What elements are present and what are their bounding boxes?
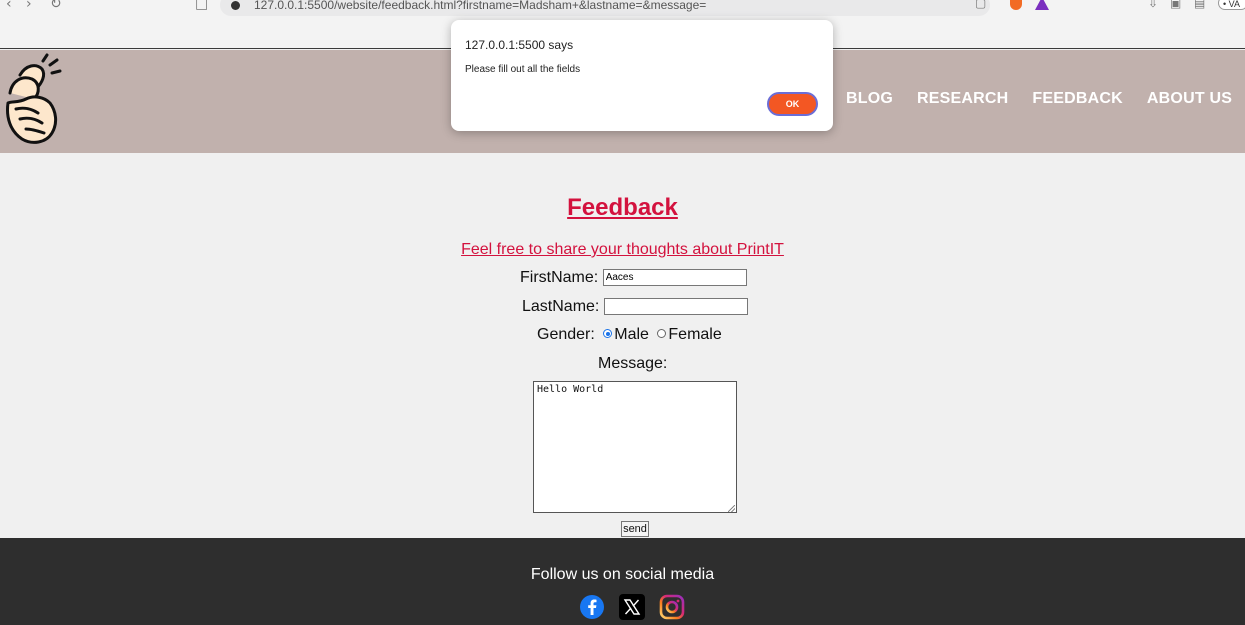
social-links [579, 594, 685, 620]
profile-button[interactable]: • VA [1218, 0, 1245, 10]
lastname-label: LastName: [522, 298, 600, 315]
footer-text: Follow us on social media [530, 566, 715, 583]
page-title: Feedback [567, 194, 678, 221]
lastname-row: LastName: [522, 298, 748, 316]
message-label: Message: [598, 355, 668, 372]
nav-about-us[interactable]: ABOUT US [1147, 90, 1232, 108]
facebook-icon[interactable] [579, 594, 605, 620]
message-textarea[interactable]: Hello World [533, 381, 737, 513]
brave-rewards-icon[interactable] [1035, 0, 1049, 10]
dialog-title: 127.0.0.1:5500 says [465, 38, 574, 52]
ok-button[interactable]: OK [767, 92, 818, 116]
gender-male-label[interactable]: Male [614, 326, 649, 343]
dialog-message: Please fill out all the fields [465, 64, 581, 75]
instagram-icon[interactable] [659, 594, 685, 620]
gender-male-radio[interactable] [603, 329, 613, 339]
nav-research[interactable]: RESEARCH [917, 90, 1008, 108]
firstname-input[interactable] [602, 269, 747, 287]
share-icon[interactable]: ▢ [975, 0, 986, 10]
address-bar[interactable]: 127.0.0.1:5500/website/feedback.html?fir… [220, 0, 990, 16]
forward-icon[interactable]: › [26, 0, 32, 12]
subtitle-link[interactable]: Feel free to share your thoughts about P… [0, 241, 1245, 259]
wallet-icon[interactable]: ▤ [1194, 0, 1205, 10]
back-icon[interactable]: ‹ [6, 0, 12, 12]
site-footer: Follow us on social media [0, 538, 1245, 625]
gender-row: Gender: Male Female [537, 326, 722, 344]
hand-logo-icon[interactable] [2, 53, 64, 151]
gender-female-radio[interactable] [657, 329, 667, 339]
gender-female-label[interactable]: Female [668, 326, 721, 343]
brave-shield-icon[interactable] [1010, 0, 1022, 10]
textarea-resize-handle[interactable] [728, 505, 735, 512]
x-icon[interactable] [619, 594, 645, 620]
send-button[interactable]: send [621, 521, 649, 537]
main-nav: BLOG RESEARCH FEEDBACK ABOUT US [846, 90, 1232, 108]
alert-dialog: 127.0.0.1:5500 says Please fill out all … [451, 20, 833, 131]
nav-blog[interactable]: BLOG [846, 90, 893, 108]
firstname-row: FirstName: [520, 269, 747, 287]
gender-label: Gender: [537, 326, 595, 343]
download-icon[interactable]: ⇩ [1148, 0, 1158, 10]
bookmark-icon[interactable]: □ [195, 0, 208, 12]
sidebar-icon[interactable]: ▣ [1170, 0, 1181, 10]
lastname-input[interactable] [603, 298, 748, 316]
feedback-form: Feedback Feel free to share your thought… [0, 153, 1245, 538]
firstname-label: FirstName: [520, 269, 599, 286]
nav-feedback[interactable]: FEEDBACK [1032, 90, 1123, 108]
url-text: 127.0.0.1:5500/website/feedback.html?fir… [254, 0, 707, 12]
reload-icon[interactable]: ↻ [50, 0, 62, 12]
site-info-icon[interactable] [231, 0, 240, 10]
